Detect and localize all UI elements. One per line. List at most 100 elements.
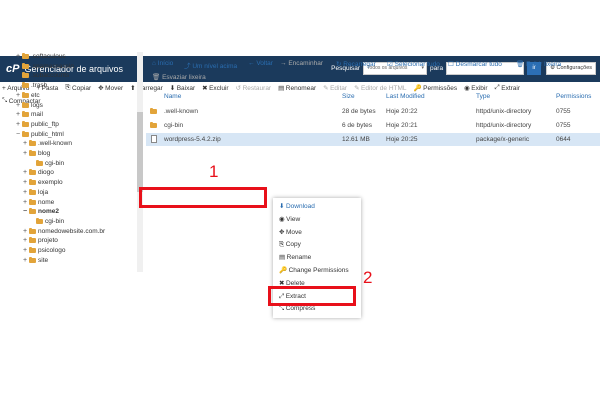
context-menu-change-permissions[interactable]: 🔑 Change Permissions xyxy=(279,266,349,276)
tree-item[interactable]: + loja xyxy=(23,188,48,197)
toolbar-button-restaurar[interactable]: ↺ Restaurar xyxy=(236,84,272,93)
expand-icon[interactable]: + xyxy=(23,198,28,207)
expand-icon[interactable]: + xyxy=(23,227,28,236)
context-menu-download[interactable]: ⬇ Download xyxy=(279,202,315,212)
column-header-modified[interactable]: Last Modified xyxy=(386,93,425,100)
tree-item[interactable]: + .softaculous xyxy=(16,52,66,61)
folder-icon xyxy=(36,217,43,224)
toolbar-icon: ▤ xyxy=(278,85,285,92)
folder-icon xyxy=(22,101,29,108)
annotation-number-2: 2 xyxy=(363,268,373,287)
toolbar-button-baixar[interactable]: ⬇ Baixar xyxy=(170,84,195,93)
expand-icon[interactable]: + xyxy=(23,149,28,158)
tree-item[interactable]: + etc xyxy=(16,91,40,100)
tree-item[interactable]: + site xyxy=(23,256,48,265)
directory-tree: + .softaculous .spamassassin .subaccounts .t… xyxy=(0,52,136,272)
expand-icon[interactable]: + xyxy=(23,256,28,265)
tree-item-label: nomedowebsite.com.br xyxy=(38,227,106,235)
toolbar-icon: ◉ xyxy=(464,85,470,92)
tree-item[interactable]: .spamassassin xyxy=(16,62,74,71)
tree-item[interactable]: + public_ftp xyxy=(16,120,59,129)
folder-icon xyxy=(22,62,29,69)
tree-item[interactable]: + blog xyxy=(23,149,50,158)
tree-item[interactable]: cgi-bin xyxy=(30,159,64,168)
tree-item[interactable]: + nomedowebsite.com.br xyxy=(23,227,105,236)
cell-size: 28 de bytes xyxy=(342,108,376,115)
tree-item[interactable]: + exemplo xyxy=(23,178,63,187)
context-menu-label: Rename xyxy=(286,254,312,262)
context-menu-move[interactable]: ✥ Move xyxy=(279,228,302,238)
column-header-name[interactable]: Name xyxy=(164,93,181,100)
tree-item[interactable]: .trash xyxy=(16,81,47,90)
tree-item-label: projeto xyxy=(38,237,58,245)
cell-type: httpd/unix-directory xyxy=(476,122,532,129)
expand-icon[interactable]: + xyxy=(16,101,21,110)
folder-icon xyxy=(29,150,36,156)
table-row[interactable]: wordpress-5.4.2.zip 12.61 MB Hoje 20:25 pac… xyxy=(146,133,600,146)
folder-icon xyxy=(29,227,36,234)
toolbar-label: Editar xyxy=(330,84,348,92)
tree-item[interactable]: − public_html xyxy=(16,130,64,139)
context-menu-view[interactable]: ◉ View xyxy=(279,215,300,225)
tree-item-label: cgi-bin xyxy=(45,217,65,225)
table-row[interactable]: cgi-bin 6 de bytes Hoje 20:21 httpd/unix-di… xyxy=(146,119,600,132)
toolbar-button-exibir[interactable]: ◉ Exibir xyxy=(464,84,488,93)
context-menu-icon: ⎘ xyxy=(279,241,285,249)
folder-icon xyxy=(150,108,157,114)
expand-icon[interactable]: + xyxy=(23,188,28,197)
tree-item[interactable]: + mail xyxy=(16,110,43,119)
toolbar-button-renomear[interactable]: ▤ Renomear xyxy=(278,84,316,93)
reload-button[interactable]: ↻ Recarregar xyxy=(336,60,376,68)
tree-item[interactable]: + projeto xyxy=(23,236,58,245)
toolbar-button-excluir[interactable]: ✖ Excluir xyxy=(202,84,228,93)
context-menu-copy[interactable]: ⎘ Copy xyxy=(279,240,301,250)
empty-trash-button[interactable]: 🗑 Esvaziar lixeira xyxy=(152,73,206,81)
expand-icon[interactable]: + xyxy=(16,91,21,100)
tree-item[interactable]: + logs xyxy=(16,101,43,110)
expand-icon[interactable]: + xyxy=(23,178,28,187)
tree-item[interactable]: + diogo xyxy=(23,168,54,177)
view-trash-button[interactable]: 🗑 Exibir lixeira xyxy=(516,60,561,68)
expand-icon[interactable]: + xyxy=(16,110,21,119)
forward-button[interactable]: → Encaminhar xyxy=(280,60,323,67)
cell-modified: Hoje 20:21 xyxy=(386,122,418,129)
cell-perms: 0644 xyxy=(556,136,571,143)
tree-item[interactable]: cgi-bin xyxy=(30,217,64,226)
toolbar-button-permissões[interactable]: 🔑 Permissões xyxy=(414,84,458,93)
tree-item[interactable]: .subaccounts xyxy=(16,71,69,80)
expand-icon[interactable]: + xyxy=(23,246,28,255)
expand-icon[interactable]: + xyxy=(16,120,21,129)
expand-icon[interactable]: + xyxy=(23,139,28,148)
tree-item-label: site xyxy=(38,256,49,264)
collapse-icon[interactable]: − xyxy=(23,207,28,216)
toolbar-icon: ⤢ xyxy=(494,84,500,91)
home-button[interactable]: ⌂ Início xyxy=(152,60,173,67)
toolbar-button-editor-de-html[interactable]: ✎ Editor de HTML xyxy=(354,84,406,93)
select-all-button[interactable]: ☑ Selecionar tudo xyxy=(387,60,440,68)
expand-icon[interactable]: + xyxy=(16,52,21,61)
annotation-box-extract xyxy=(268,286,356,306)
tree-item[interactable]: − nome2 xyxy=(23,207,59,216)
cell-name: cgi-bin xyxy=(164,122,184,129)
context-menu-rename[interactable]: ▤ Rename xyxy=(279,253,311,263)
deselect-all-button[interactable]: ☐ Desmarcar tudo xyxy=(448,60,502,68)
expand-icon[interactable]: + xyxy=(23,236,28,245)
tree-scrollbar[interactable] xyxy=(137,52,143,272)
tree-item[interactable]: + nome xyxy=(23,198,54,207)
column-header-permissions[interactable]: Permissions xyxy=(556,93,591,100)
scroll-thumb[interactable] xyxy=(137,112,143,192)
toolbar-label: Exibir xyxy=(471,84,488,92)
tree-item[interactable]: + psicologo xyxy=(23,246,65,255)
expand-icon[interactable]: + xyxy=(23,168,28,177)
column-header-type[interactable]: Type xyxy=(476,93,490,100)
context-menu-label: Download xyxy=(285,203,315,210)
tree-item[interactable]: + .well-known xyxy=(23,139,72,148)
back-button[interactable]: ← Voltar xyxy=(248,60,273,67)
column-header-size[interactable]: Size xyxy=(342,93,355,100)
collapse-icon[interactable]: − xyxy=(16,130,21,139)
up-level-button[interactable]: ⤴ Um nível acima xyxy=(184,60,237,70)
context-menu-icon: ▤ xyxy=(279,254,286,262)
table-row[interactable]: .well-known 28 de bytes Hoje 20:22 httpd/un… xyxy=(146,105,600,118)
toolbar-button-editar[interactable]: ✎ Editar xyxy=(323,84,348,93)
toolbar-button-extrair[interactable]: ⤢ Extrair xyxy=(495,84,520,92)
